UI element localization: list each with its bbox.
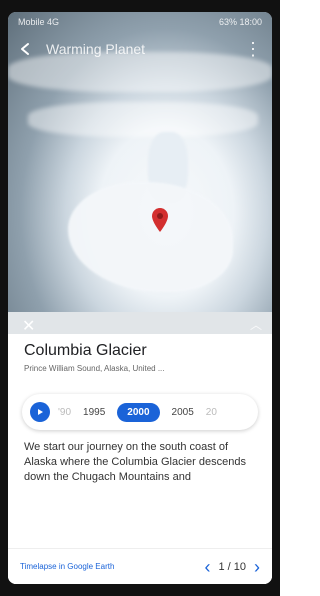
card-header-bar [8, 312, 272, 334]
more-vert-icon[interactable]: ⋮ [244, 40, 262, 58]
page-indicator: 1 / 10 [218, 560, 246, 573]
app-bar: Warming Planet ⋮ [8, 34, 272, 64]
year-item[interactable]: 1995 [83, 407, 105, 418]
battery-time: 63% 18:00 [218, 17, 262, 27]
year-item[interactable]: 2005 [172, 407, 194, 418]
close-icon[interactable]: ✕ [22, 316, 35, 336]
chevron-left-icon[interactable]: ‹ [204, 558, 210, 576]
arrow-left-icon[interactable] [18, 41, 34, 57]
year-list: '90 1995 2000 2005 20 [58, 402, 217, 422]
chevron-right-icon[interactable]: › [254, 558, 260, 576]
pager: ‹ 1 / 10 › [204, 558, 260, 576]
year-item[interactable]: '90 [58, 407, 71, 418]
play-icon [38, 409, 43, 415]
year-item-selected[interactable]: 2000 [117, 402, 160, 422]
place-title: Columbia Glacier [24, 342, 147, 359]
card-footer: Timelapse in Google Earth ‹ 1 / 10 › [8, 548, 272, 584]
play-button[interactable] [30, 402, 50, 422]
description-text: We start our journey on the south coast … [24, 441, 246, 483]
app-screen: Mobile 4G 63% 18:00 Warming Planet ⋮ ✕ ︿… [8, 12, 272, 584]
glacier-body [68, 182, 233, 292]
timelapse-link[interactable]: Timelapse in Google Earth [20, 562, 114, 571]
mountain-ridge [28, 102, 258, 137]
page-title: Warming Planet [46, 41, 146, 57]
network-status: Mobile 4G [18, 17, 60, 27]
status-bar: Mobile 4G 63% 18:00 [8, 12, 272, 32]
info-card: ✕ ︿ Columbia Glacier Prince William Soun… [8, 312, 272, 584]
place-subtitle: Prince William Sound, Alaska, United ... [24, 364, 165, 373]
year-item[interactable]: 20 [206, 407, 217, 418]
phone-frame: Mobile 4G 63% 18:00 Warming Planet ⋮ ✕ ︿… [0, 0, 280, 596]
map-pin-icon[interactable] [152, 208, 168, 232]
chevron-up-icon[interactable]: ︿ [250, 316, 262, 333]
year-timeline: '90 1995 2000 2005 20 [22, 394, 258, 430]
